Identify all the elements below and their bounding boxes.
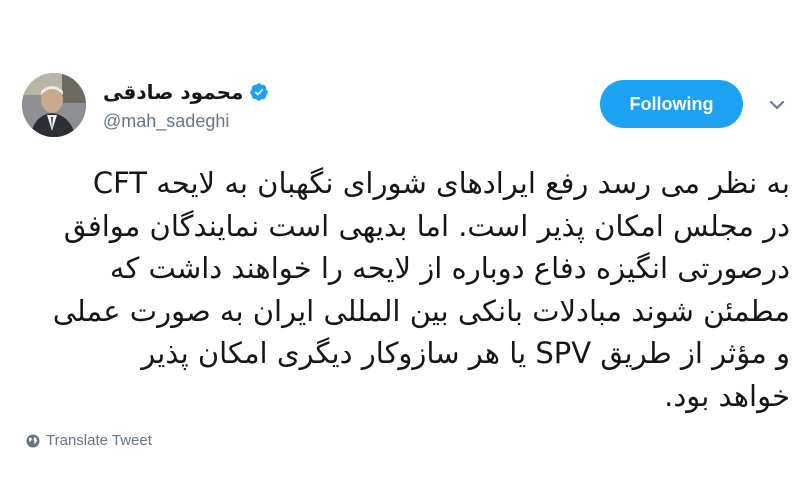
following-button[interactable]: Following: [600, 80, 743, 128]
display-name-row: محمود صادقی: [103, 78, 403, 106]
tweet-text-line: و مؤثر از طریق SPV یا هر سازوکار دیگری ا…: [141, 336, 790, 370]
chevron-down-icon[interactable]: [766, 96, 788, 114]
tweet-text: به نظر می رسد رفع ایرادهای شورای نگهبان …: [30, 162, 790, 417]
tweet-text-line: به نظر می رسد رفع ایرادهای شورای نگهبان …: [92, 166, 790, 200]
globe-icon: [26, 434, 40, 448]
verified-badge-icon: [249, 82, 269, 102]
translate-tweet-link[interactable]: Translate Tweet: [26, 432, 152, 449]
translate-tweet-label: Translate Tweet: [46, 432, 152, 449]
avatar[interactable]: [22, 73, 86, 137]
tweet-text-line: مطمئن شوند مبادلات بانکی بین المللی ایرا…: [52, 293, 790, 328]
tweet-text-line: درصورتی انگیزه دفاع دوباره از لایحه را خ…: [109, 251, 790, 285]
tweet-text-line: خواهد بود.: [664, 378, 790, 413]
tweet-text-line: در مجلس امکان پذیر است. اما بدیهی است نم…: [63, 208, 790, 243]
author-block: محمود صادقی @mah_sadeghi: [103, 78, 403, 132]
display-name[interactable]: محمود صادقی: [103, 78, 243, 106]
avatar-image: [22, 73, 86, 137]
tweet-card: محمود صادقی @mah_sadeghi Following به نظ…: [0, 0, 800, 501]
handle[interactable]: @mah_sadeghi: [103, 110, 403, 132]
